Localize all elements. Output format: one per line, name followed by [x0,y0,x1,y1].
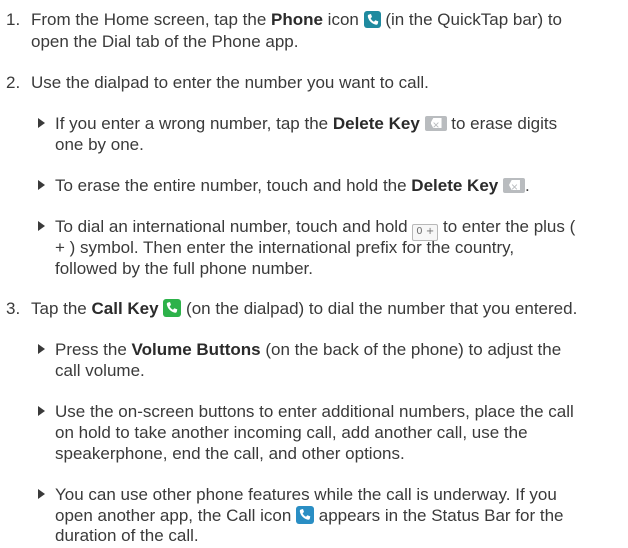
step-2-bullet-3-line-3: followed by the full phone number. [55,259,314,278]
step-number-1: 1. [6,10,21,29]
bullet-text: If you enter a wrong number, tap the [55,114,333,133]
step-1-line-1: From the Home screen, tap the Phone icon… [31,8,562,32]
step-number-3: 3. [6,299,21,318]
bullet-icon [38,118,45,128]
bullet-text-tail: (on the back of the phone) to adjust the [260,340,562,359]
step-2-bullet-2-line-1: To erase the entire number, touch and ho… [55,174,530,198]
bullet-text: To erase the entire number, touch and ho… [55,176,412,195]
delete-key-term: Delete Key [411,176,499,195]
step-2-line-1: Use the dialpad to enter the number you … [31,73,429,92]
bullet-text-tail: to erase digits [446,114,558,133]
step-3-text-tail: (on the dialpad) to dial the number that… [181,299,578,318]
bullet-icon [38,221,45,231]
bullet-text-tail: to enter the plus ( [438,217,576,236]
step-1-text: From the Home screen, tap the [31,10,271,29]
call-key-icon [163,299,182,317]
step-3-text: Tap the [31,299,92,318]
bullet-icon [38,406,45,416]
step-3-bullet-1-line-2: call volume. [55,361,145,380]
phone-icon [363,11,381,28]
step-1-text-tail: (in the QuickTap bar) to [380,10,563,29]
bullet-icon [38,344,45,354]
step-number-2: 2. [6,73,21,92]
delete-key-icon [502,178,525,193]
bullet-text: To dial an international number, touch a… [55,217,413,236]
step-2-bullet-1-line-2: one by one. [55,135,144,154]
step-3-bullet-3-line-3: duration of the call. [55,526,199,545]
bullet-text-tail: appears in the Status Bar for the [314,506,564,525]
bullet-text-tail: . [524,176,530,195]
status-call-icon [296,506,315,524]
volume-buttons-term: Volume Buttons [131,340,261,359]
delete-key-term: Delete Key [332,114,420,133]
call-key-term: Call Key [91,299,159,318]
step-1-line-2: open the Dial tab of the Phone app. [31,32,299,51]
bullet-icon [38,489,45,499]
step-1-text-icon: icon [322,10,364,29]
bullet-text: open another app, the Call icon [55,506,297,525]
phone-term: Phone [271,10,323,29]
step-3-bullet-2-line-3: speakerphone, end the call, and other op… [55,444,405,463]
bullet-icon [38,180,45,190]
step-3-line-1: Tap the Call Key (on the dialpad) to dia… [31,297,577,321]
bullet-text: Press the [55,340,132,359]
delete-key-icon [424,116,447,131]
